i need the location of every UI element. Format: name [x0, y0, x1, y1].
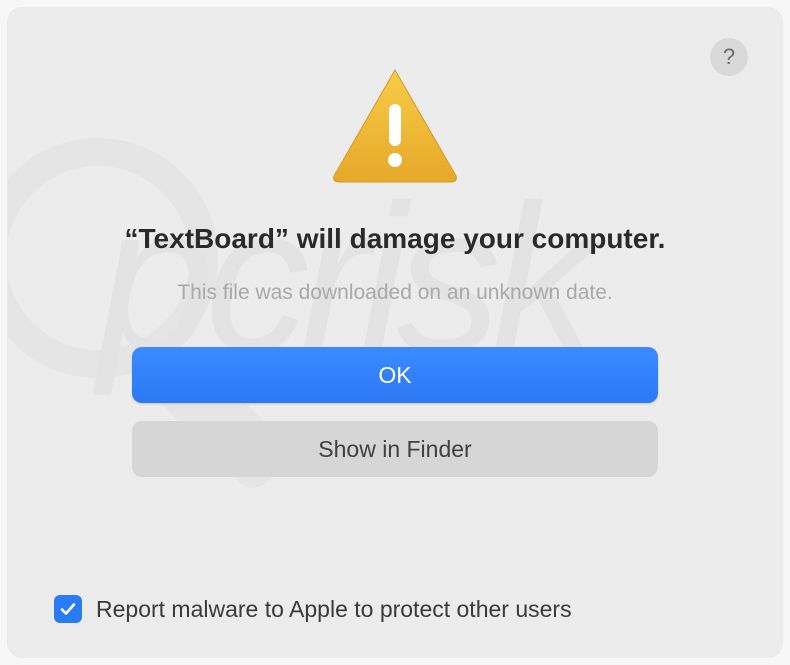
- ok-button-label: OK: [378, 362, 411, 389]
- report-checkbox-row: Report malware to Apple to protect other…: [54, 595, 782, 623]
- button-group: OK Show in Finder: [132, 347, 658, 477]
- checkmark-icon: [59, 600, 77, 618]
- ok-button[interactable]: OK: [132, 347, 658, 403]
- alert-dialog: pcrisk ? “TextBoard” will damage your co…: [8, 8, 782, 657]
- show-in-finder-button[interactable]: Show in Finder: [132, 421, 658, 477]
- title-quote-open: “: [125, 223, 139, 254]
- help-icon: ?: [723, 44, 735, 70]
- dialog-subtitle: This file was downloaded on an unknown d…: [177, 281, 612, 305]
- show-in-finder-label: Show in Finder: [318, 436, 471, 463]
- title-message: ” will damage your computer.: [275, 223, 666, 254]
- help-button[interactable]: ?: [710, 38, 748, 76]
- dialog-title: “TextBoard” will damage your computer.: [125, 221, 666, 257]
- title-app-name: TextBoard: [139, 223, 275, 254]
- report-checkbox-label: Report malware to Apple to protect other…: [96, 596, 572, 623]
- report-checkbox[interactable]: [54, 595, 82, 623]
- warning-icon: [330, 66, 460, 189]
